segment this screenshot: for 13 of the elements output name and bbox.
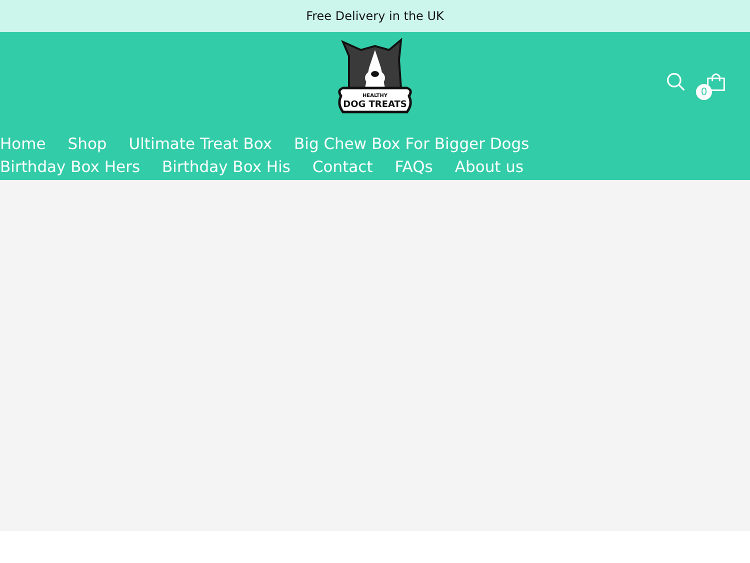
nav-link[interactable]: Home (0, 133, 46, 156)
nav-link[interactable]: Shop (68, 133, 107, 156)
cart-count-badge: 0 (696, 84, 712, 100)
announcement-text: Free Delivery in the UK (306, 9, 444, 23)
nav-link[interactable]: About us (454, 156, 524, 179)
nav-link[interactable]: Birthday Box His (162, 156, 290, 179)
nav-link[interactable]: Birthday Box Hers (0, 156, 140, 179)
nav-link[interactable]: FAQs (394, 156, 433, 179)
nav-link[interactable]: Contact (312, 156, 373, 179)
shopping-bag-icon[interactable] (706, 72, 726, 92)
nav-link[interactable]: Big Chew Box For Bigger Dogs (294, 133, 530, 156)
search-icon[interactable] (666, 72, 686, 92)
nav-link[interactable]: Ultimate Treat Box (128, 133, 272, 156)
